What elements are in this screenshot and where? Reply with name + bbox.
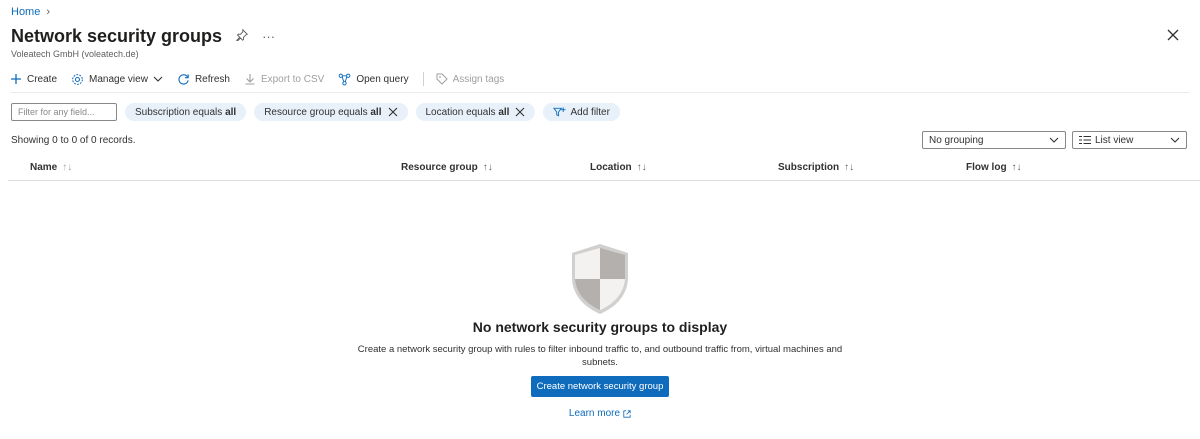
breadcrumb-home-link[interactable]: Home [11, 6, 40, 18]
grouping-dropdown[interactable]: No grouping [922, 131, 1066, 149]
manage-view-button[interactable]: Manage view [71, 73, 163, 86]
manage-view-label: Manage view [89, 73, 148, 85]
filter-pill-label: Subscription equals all [135, 106, 237, 118]
gear-icon [72, 73, 83, 85]
export-csv-button[interactable]: Export to CSV [244, 73, 324, 85]
column-label: Resource group [401, 162, 478, 173]
filter-pill-location[interactable]: Location equals all [415, 103, 536, 121]
column-label: Flow log [966, 162, 1007, 173]
chevron-down-icon [1049, 137, 1059, 143]
plus-icon [11, 74, 21, 84]
filter-pill-label: Location equals all [425, 106, 510, 118]
learn-more-link[interactable]: Learn more [0, 408, 1200, 419]
export-csv-label: Export to CSV [260, 73, 325, 85]
refresh-label: Refresh [194, 73, 230, 85]
external-link-icon [623, 409, 631, 418]
query-icon [338, 73, 351, 85]
add-filter-label: Add filter [570, 106, 610, 118]
refresh-icon [178, 73, 189, 85]
title-row: Network security groups ··· [11, 26, 275, 47]
column-header-name[interactable]: Name ↑↓ [30, 162, 72, 173]
sort-icon: ↑↓ [844, 162, 855, 173]
view-selected: List view [1079, 135, 1133, 146]
create-button[interactable]: Create [10, 73, 57, 85]
column-label: Subscription [778, 162, 840, 173]
empty-state-title: No network security groups to display [472, 319, 728, 335]
sort-icon: ↑↓ [636, 162, 647, 173]
create-button-label: Create [27, 73, 58, 85]
filter-row: Subscription equals all Resource group e… [11, 103, 620, 121]
breadcrumb: Home › [11, 6, 50, 18]
sort-icon: ↑↓ [62, 162, 73, 173]
close-icon[interactable] [388, 107, 398, 117]
column-label: Name [30, 162, 58, 173]
chevron-down-icon [1170, 137, 1180, 143]
empty-state: No network security groups to display Cr… [0, 243, 1200, 419]
assign-tags-label: Assign tags [452, 73, 505, 85]
view-dropdown[interactable]: List view [1072, 131, 1187, 149]
list-icon [1079, 136, 1091, 144]
filter-pill-resource-group[interactable]: Resource group equals all [254, 103, 408, 121]
add-filter-button[interactable]: Add filter [543, 103, 620, 121]
filter-pill-label: Resource group equals all [264, 106, 382, 118]
chevron-right-icon: › [46, 6, 51, 18]
page-subtitle: Voleatech GmbH (voleatech.de) [11, 49, 139, 59]
records-count: Showing 0 to 0 of 0 records. [11, 135, 136, 146]
view-selected-label: List view [1095, 134, 1134, 146]
command-bar: Create Manage view Refresh Export to CSV… [10, 70, 518, 88]
sort-icon: ↑↓ [1011, 162, 1022, 173]
column-header-resource-group[interactable]: Resource group ↑↓ [401, 162, 493, 173]
column-header-subscription[interactable]: Subscription ↑↓ [778, 162, 854, 173]
toolbar-divider-line [10, 92, 1190, 93]
column-header-location[interactable]: Location ↑↓ [590, 162, 647, 173]
page-title: Network security groups [11, 26, 223, 46]
column-header-flow-log[interactable]: Flow log ↑↓ [966, 162, 1022, 173]
toolbar-divider [422, 72, 424, 86]
close-icon[interactable] [515, 107, 525, 117]
download-icon [245, 74, 255, 85]
table-header: Name ↑↓ Resource group ↑↓ Location ↑↓ Su… [8, 156, 1200, 181]
grouping-selected: No grouping [929, 134, 984, 146]
sort-icon: ↑↓ [482, 162, 493, 173]
column-label: Location [590, 162, 632, 173]
close-icon[interactable] [1166, 28, 1182, 44]
learn-more-label: Learn more [568, 408, 621, 419]
empty-state-description: Create a network security group with rul… [357, 344, 843, 368]
shield-icon [572, 244, 628, 314]
filter-input[interactable] [11, 103, 117, 121]
refresh-button[interactable]: Refresh [177, 73, 230, 86]
open-query-button[interactable]: Open query [338, 73, 409, 86]
create-nsg-button[interactable]: Create network security group [530, 376, 670, 397]
tag-icon [436, 73, 448, 85]
chevron-down-icon [153, 76, 163, 82]
filter-pill-subscription[interactable]: Subscription equals all [125, 103, 247, 121]
pin-icon[interactable] [236, 28, 249, 44]
assign-tags-button[interactable]: Assign tags [436, 73, 505, 85]
open-query-label: Open query [356, 73, 409, 85]
more-options-icon[interactable]: ··· [262, 29, 275, 44]
add-filter-icon [553, 107, 567, 117]
